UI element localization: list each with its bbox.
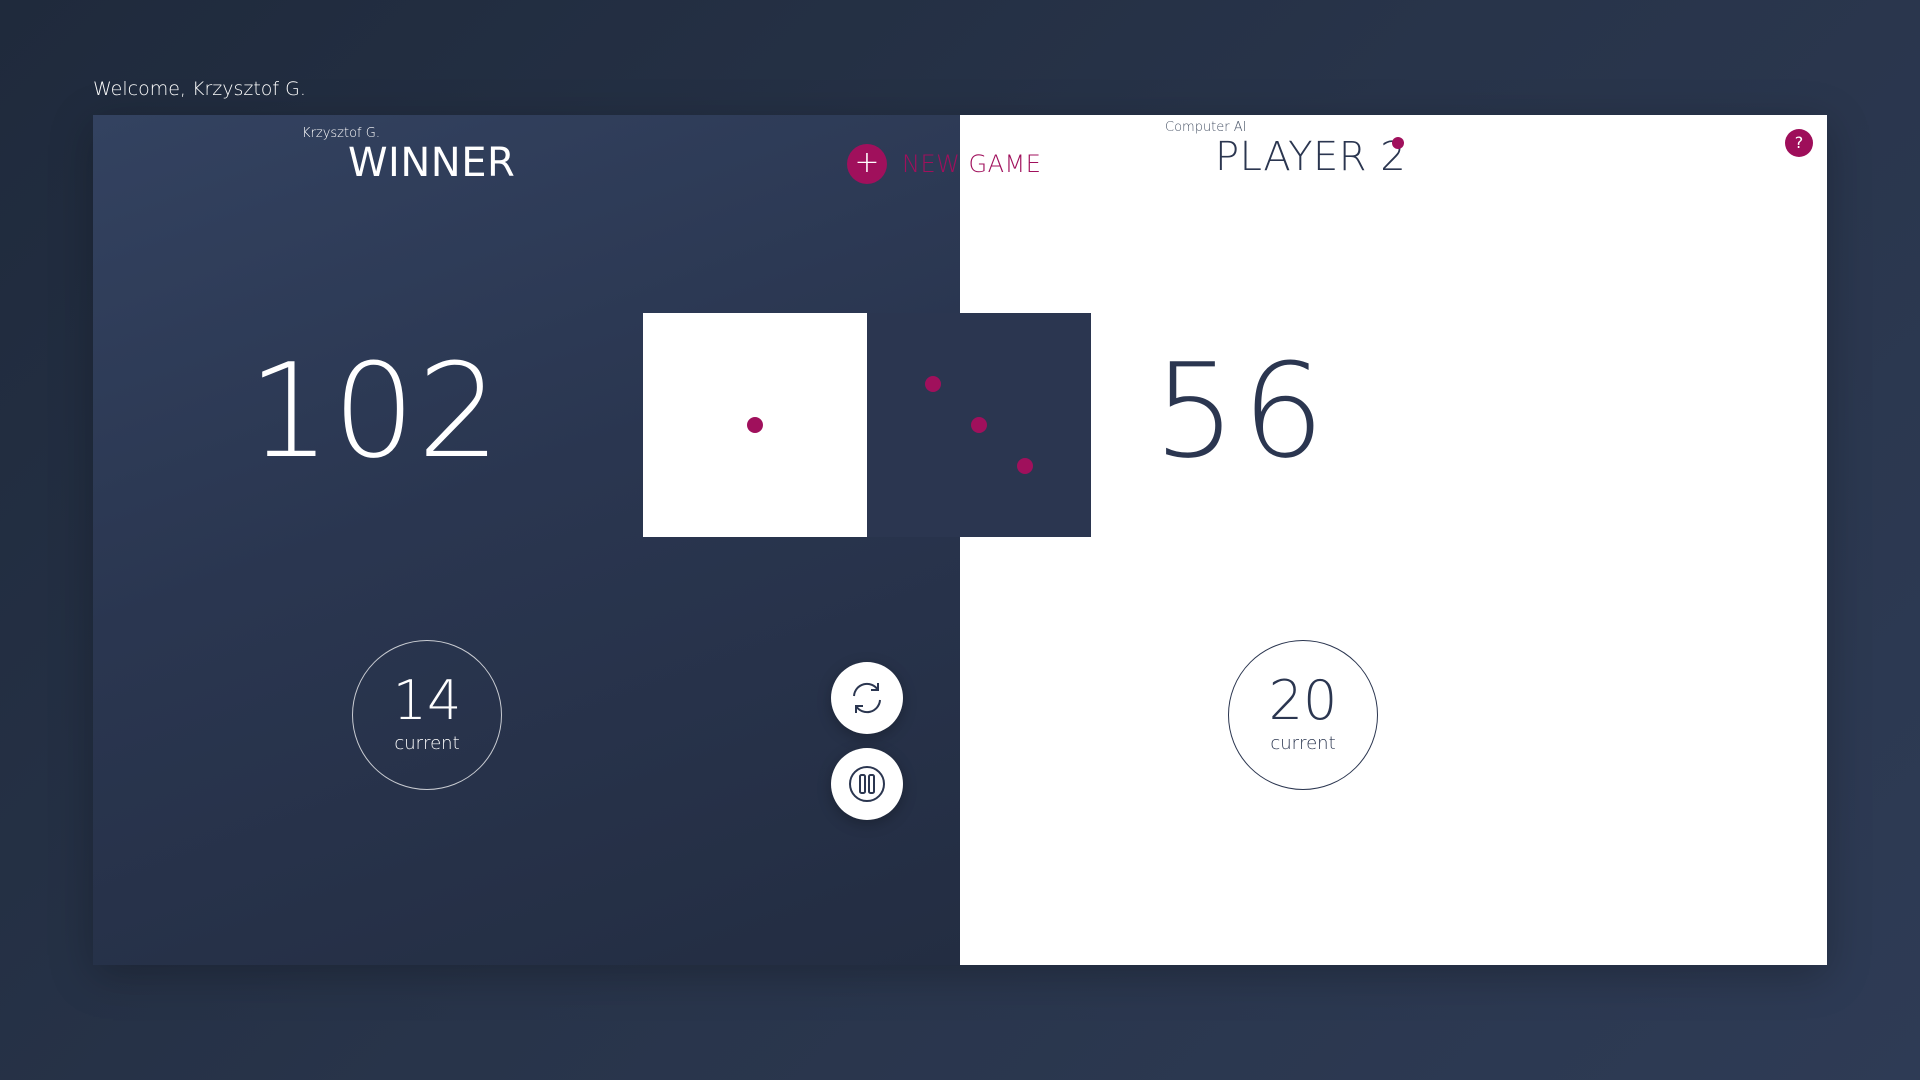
player2-current-score: 20 current <box>1228 640 1378 790</box>
active-player-indicator <box>1392 137 1404 149</box>
help-button[interactable]: ? <box>1785 129 1813 157</box>
welcome-message: Welcome, Krzysztof G. <box>93 78 306 100</box>
new-game-label: NEW GAME <box>902 150 1042 178</box>
player2-current-label: current <box>1270 733 1336 754</box>
hold-button[interactable] <box>831 748 903 820</box>
player1-subtitle: Krzysztof G. <box>302 126 380 141</box>
player1-score: 102 <box>247 335 503 487</box>
player2-score: 56 <box>1153 335 1331 487</box>
die-2 <box>867 313 1091 537</box>
player1-title: WINNER <box>348 140 516 186</box>
new-game-button[interactable]: + NEW GAME <box>847 144 1041 184</box>
player1-panel <box>93 115 960 965</box>
game-board: ? <box>93 115 1827 965</box>
die-pip <box>747 417 763 433</box>
player2-current-value: 20 <box>1268 669 1338 732</box>
pause-icon <box>849 766 885 802</box>
help-icon: ? <box>1794 133 1804 152</box>
player1-current-score: 14 current <box>352 640 502 790</box>
player1-current-value: 14 <box>392 669 462 732</box>
roll-dice-button[interactable] <box>831 662 903 734</box>
refresh-icon <box>853 682 881 714</box>
player2-subtitle: Computer AI <box>1165 120 1247 135</box>
die-pip <box>925 376 941 392</box>
player2-panel: ? <box>960 115 1827 965</box>
plus-icon: + <box>847 144 887 184</box>
die-pip <box>971 417 987 433</box>
player1-current-label: current <box>394 733 460 754</box>
die-1 <box>643 313 867 537</box>
player2-title: PLAYER 2 <box>1215 134 1407 180</box>
die-pip <box>1017 458 1033 474</box>
